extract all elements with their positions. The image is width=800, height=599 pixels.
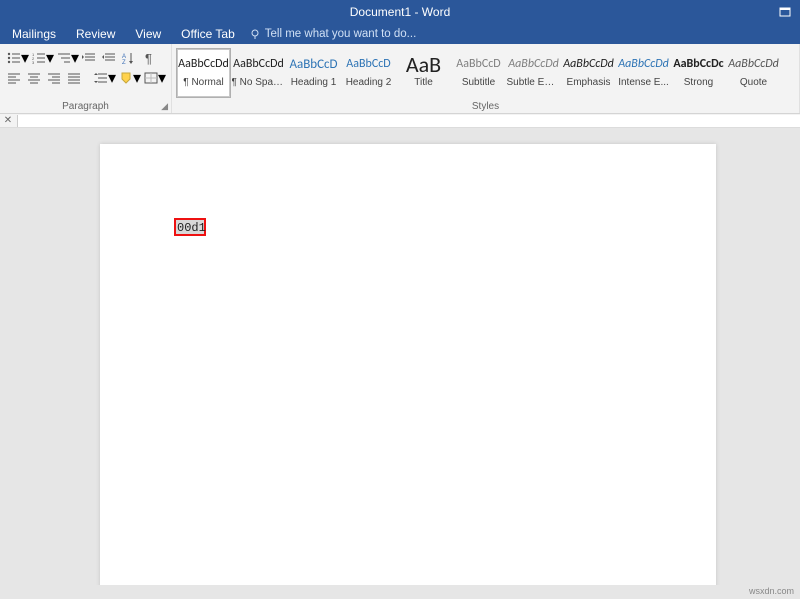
tab-view[interactable]: View <box>125 23 171 44</box>
style-caption: Subtitle <box>462 77 495 88</box>
styles-gallery[interactable]: AaBbCcDd¶ NormalAaBbCcDd¶ No Spac...AaBb… <box>176 46 795 98</box>
paragraph-dialog-launcher[interactable]: ◢ <box>161 101 168 112</box>
watermark-text: wsxdn.com <box>749 586 794 596</box>
style-preview: AaBbCcD <box>289 53 337 75</box>
document-workspace[interactable]: 00d1 <box>0 128 800 585</box>
style-tile-subtle-em[interactable]: AaBbCcDd Subtle Em... <box>506 48 561 98</box>
tab-office-tab[interactable]: Office Tab <box>171 23 245 44</box>
style-tile-title[interactable]: AaB Title <box>396 48 451 98</box>
style-preview: AaBbCcD <box>346 53 390 75</box>
close-pane-button[interactable]: ✕ <box>1 115 15 127</box>
tell-me-placeholder: Tell me what you want to do... <box>265 28 417 40</box>
style-caption: ¶ Normal <box>183 77 223 88</box>
style-tile-emphasis[interactable]: AaBbCcDd Emphasis <box>561 48 616 98</box>
lightbulb-icon <box>249 28 261 40</box>
style-preview: AaBbCcDd <box>233 53 284 75</box>
chevron-down-icon[interactable]: ▾ <box>109 69 115 87</box>
style-tile-quote[interactable]: AaBbCcDd Quote <box>726 48 781 98</box>
horizontal-ruler[interactable] <box>17 115 800 127</box>
sort-button[interactable]: AZ <box>119 49 138 67</box>
style-tile-subtitle[interactable]: AaBbCcD Subtitle <box>451 48 506 98</box>
style-preview: AaBbCcDd <box>618 53 669 75</box>
style-caption: Emphasis <box>567 77 611 88</box>
group-label-styles: Styles <box>176 101 795 113</box>
app-title: Document1 - Word <box>350 5 450 19</box>
tab-mailings[interactable]: Mailings <box>2 23 66 44</box>
document-page[interactable]: 00d1 <box>100 144 716 585</box>
ribbon-tabs: Mailings Review View Office Tab Tell me … <box>0 23 800 44</box>
group-paragraph: ▾ 123▾ ▾ AZ ¶ ▾ ▾ ▾ Paragraph ◢ <box>0 44 172 113</box>
style-caption: Heading 2 <box>346 77 392 88</box>
style-caption: Title <box>414 77 433 88</box>
style-tile-normal[interactable]: AaBbCcDd ¶ Normal <box>176 48 231 98</box>
style-caption: Intense E... <box>618 77 669 88</box>
chevron-down-icon[interactable]: ▾ <box>134 69 140 87</box>
group-styles: AaBbCcDd¶ NormalAaBbCcDd¶ No Spac...AaBb… <box>172 44 800 113</box>
style-tile-no-spac[interactable]: AaBbCcDd ¶ No Spac... <box>231 48 286 98</box>
ruler-bar: ✕ <box>0 114 800 128</box>
style-preview: AaBbCcDd <box>728 53 779 75</box>
style-preview: AaB <box>406 53 441 75</box>
tab-review[interactable]: Review <box>66 23 125 44</box>
chevron-down-icon[interactable]: ▾ <box>72 49 78 67</box>
align-right-button[interactable] <box>44 69 63 87</box>
style-preview: AaBbCcDd <box>563 53 614 75</box>
show-hide-button[interactable]: ¶ <box>139 49 158 67</box>
style-tile-strong[interactable]: AaBbCcDc Strong <box>671 48 726 98</box>
decrease-indent-button[interactable] <box>79 49 98 67</box>
style-tile-intense-e[interactable]: AaBbCcDd Intense E... <box>616 48 671 98</box>
chevron-down-icon[interactable]: ▾ <box>159 69 165 87</box>
window-controls <box>776 5 794 19</box>
title-bar: Document1 - Word <box>0 0 800 23</box>
chevron-down-icon[interactable]: ▾ <box>47 49 53 67</box>
style-preview: AaBbCcDd <box>508 53 559 75</box>
tell-me-search[interactable]: Tell me what you want to do... <box>249 28 417 40</box>
style-tile-heading-2[interactable]: AaBbCcD Heading 2 <box>341 48 396 98</box>
selected-text[interactable]: 00d1 <box>174 218 206 236</box>
style-caption: Strong <box>684 77 713 88</box>
style-preview: AaBbCcDc <box>673 53 723 75</box>
svg-text:3: 3 <box>32 60 35 64</box>
style-preview: AaBbCcDd <box>178 53 229 75</box>
style-caption: Heading 1 <box>291 77 337 88</box>
justify-button[interactable] <box>64 69 83 87</box>
group-label-paragraph: Paragraph <box>4 101 167 113</box>
style-caption: ¶ No Spac... <box>232 77 286 88</box>
style-caption: Quote <box>740 77 767 88</box>
chevron-down-icon[interactable]: ▾ <box>22 49 28 67</box>
style-tile-heading-1[interactable]: AaBbCcD Heading 1 <box>286 48 341 98</box>
svg-text:Z: Z <box>122 60 126 64</box>
align-left-button[interactable] <box>4 69 23 87</box>
ribbon: ▾ 123▾ ▾ AZ ¶ ▾ ▾ ▾ Paragraph ◢ A <box>0 44 800 114</box>
ribbon-display-options-icon[interactable] <box>776 5 794 19</box>
align-center-button[interactable] <box>24 69 43 87</box>
increase-indent-button[interactable] <box>99 49 118 67</box>
style-caption: Subtle Em... <box>507 77 561 88</box>
style-preview: AaBbCcD <box>456 53 500 75</box>
